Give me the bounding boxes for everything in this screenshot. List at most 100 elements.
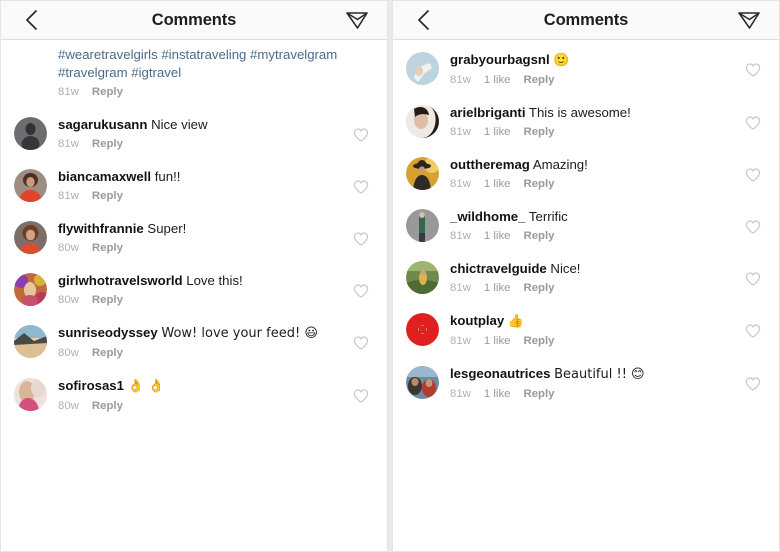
avatar[interactable] <box>406 157 439 190</box>
reply-link[interactable]: Reply <box>524 126 555 138</box>
comment-row-hashtags[interactable]: #wearetravelgirls #instatraveling #mytra… <box>1 42 387 107</box>
comment-username[interactable]: girlwhotravelsworld <box>58 273 183 288</box>
like-count[interactable]: 1 like <box>484 335 511 347</box>
reply-link[interactable]: Reply <box>524 230 555 242</box>
comment-meta: 81w 1 like Reply <box>450 126 737 138</box>
comments-header: Comments <box>393 1 779 40</box>
avatar[interactable] <box>14 273 47 306</box>
share-button[interactable] <box>736 7 762 33</box>
avatar[interactable] <box>406 313 439 346</box>
avatar[interactable] <box>14 378 47 411</box>
like-button[interactable] <box>353 388 369 404</box>
comment-username[interactable]: _wildhome_ <box>450 209 525 224</box>
heart-outline-icon <box>745 324 761 338</box>
reply-link[interactable]: Reply <box>524 74 555 86</box>
comment-username[interactable]: koutplay <box>450 313 504 328</box>
page-title: Comments <box>151 10 237 29</box>
comment-username[interactable]: grabyourbagsnl <box>450 52 550 67</box>
avatar[interactable] <box>14 221 47 254</box>
comment-age: 81w <box>450 388 471 400</box>
like-button[interactable] <box>353 127 369 143</box>
avatar[interactable] <box>406 209 439 242</box>
like-button[interactable] <box>745 167 761 183</box>
comment-message: fun!! <box>154 169 181 184</box>
like-button[interactable] <box>745 115 761 131</box>
comment-body: sagarukusann Nice view 81w Reply <box>58 116 353 150</box>
comment-row[interactable]: biancamaxwell fun!! 81w Reply <box>1 159 387 211</box>
comment-row[interactable]: grabyourbagsnl 🙂 81w 1 like Reply <box>393 42 779 95</box>
like-button[interactable] <box>353 179 369 195</box>
like-button[interactable] <box>745 323 761 339</box>
like-count[interactable]: 1 like <box>484 126 511 138</box>
reply-link[interactable]: Reply <box>524 388 555 400</box>
reply-link[interactable]: Reply <box>92 86 123 98</box>
avatar[interactable] <box>406 261 439 294</box>
comment-body: chictravelguide Nice! 81w 1 like Reply <box>450 260 745 294</box>
like-button[interactable] <box>353 283 369 299</box>
hashtag-text[interactable]: #wearetravelgirls #instatraveling #mytra… <box>58 46 367 81</box>
like-button[interactable] <box>745 376 761 392</box>
comment-age: 81w <box>58 190 79 202</box>
comment-row[interactable]: arielbriganti This is awesome! 81w 1 lik… <box>393 95 779 147</box>
comment-message: Nice view <box>151 117 208 132</box>
share-button[interactable] <box>344 7 370 33</box>
like-button[interactable] <box>353 335 369 351</box>
comment-body: biancamaxwell fun!! 81w Reply <box>58 168 353 202</box>
avatar[interactable] <box>406 366 439 399</box>
comment-username[interactable]: chictravelguide <box>450 261 547 276</box>
reply-link[interactable]: Reply <box>524 178 555 190</box>
comment-row[interactable]: sofirosas1 👌 👌 80w Reply <box>1 368 387 421</box>
avatar[interactable] <box>14 325 47 358</box>
avatar[interactable] <box>406 52 439 85</box>
reply-link[interactable]: Reply <box>92 138 123 150</box>
comment-age: 80w <box>58 242 79 254</box>
comment-row[interactable]: outtheremag Amazing! 81w 1 like Reply <box>393 147 779 199</box>
avatar-colorful-party-icon <box>14 273 47 306</box>
reply-link[interactable]: Reply <box>92 347 123 359</box>
like-button[interactable] <box>745 219 761 235</box>
reply-link[interactable]: Reply <box>524 282 555 294</box>
comment-row[interactable]: lesgeonautrices Beautiful !! 😊 81w 1 lik… <box>393 356 779 409</box>
comment-username[interactable]: sofirosas1 <box>58 378 124 393</box>
comment-username[interactable]: biancamaxwell <box>58 169 151 184</box>
comment-row[interactable]: sagarukusann Nice view 81w Reply <box>1 107 387 159</box>
reply-link[interactable]: Reply <box>524 335 555 347</box>
comment-username[interactable]: sagarukusann <box>58 117 147 132</box>
comment-meta: 81w 1 like Reply <box>450 335 737 347</box>
reply-link[interactable]: Reply <box>92 400 123 412</box>
comment-age: 81w <box>450 74 471 86</box>
like-button[interactable] <box>745 271 761 287</box>
comment-body: girlwhotravelsworld Love this! 80w Reply <box>58 272 353 306</box>
like-count[interactable]: 1 like <box>484 74 511 86</box>
avatar[interactable] <box>406 105 439 138</box>
like-count[interactable]: 1 like <box>484 178 511 190</box>
comment-list-right[interactable]: grabyourbagsnl 🙂 81w 1 like Reply arielb… <box>393 40 779 551</box>
reply-link[interactable]: Reply <box>92 242 123 254</box>
back-button[interactable] <box>18 7 44 33</box>
comment-row[interactable]: chictravelguide Nice! 81w 1 like Reply <box>393 251 779 303</box>
comment-message: Love this! <box>186 273 243 288</box>
reply-link[interactable]: Reply <box>92 294 123 306</box>
avatar[interactable] <box>14 169 47 202</box>
like-button[interactable] <box>353 231 369 247</box>
comment-username[interactable]: outtheremag <box>450 157 530 172</box>
like-count[interactable]: 1 like <box>484 230 511 242</box>
back-button[interactable] <box>410 7 436 33</box>
comment-username[interactable]: flywithfrannie <box>58 221 144 236</box>
like-count[interactable]: 1 like <box>484 282 511 294</box>
comment-row[interactable]: flywithfrannie Super! 80w Reply <box>1 211 387 263</box>
comment-text: outtheremag Amazing! <box>450 156 737 173</box>
comment-username[interactable]: sunriseodyssey <box>58 325 158 340</box>
comment-username[interactable]: lesgeonautrices <box>450 366 550 381</box>
comment-username[interactable]: arielbriganti <box>450 105 525 120</box>
comment-row[interactable]: _wildhome_ Terrific 81w 1 like Reply <box>393 199 779 251</box>
avatar-pink-portrait-icon <box>14 378 47 411</box>
reply-link[interactable]: Reply <box>92 190 123 202</box>
comment-row[interactable]: girlwhotravelsworld Love this! 80w Reply <box>1 263 387 315</box>
like-button[interactable] <box>745 62 761 78</box>
comment-row[interactable]: sunriseodyssey Wow! love your feed! 😃 80… <box>1 315 387 368</box>
avatar[interactable] <box>14 117 47 150</box>
like-count[interactable]: 1 like <box>484 388 511 400</box>
comment-list-left[interactable]: #wearetravelgirls #instatraveling #mytra… <box>1 40 387 551</box>
comment-row[interactable]: koutplay 👍 81w 1 like Reply <box>393 303 779 356</box>
